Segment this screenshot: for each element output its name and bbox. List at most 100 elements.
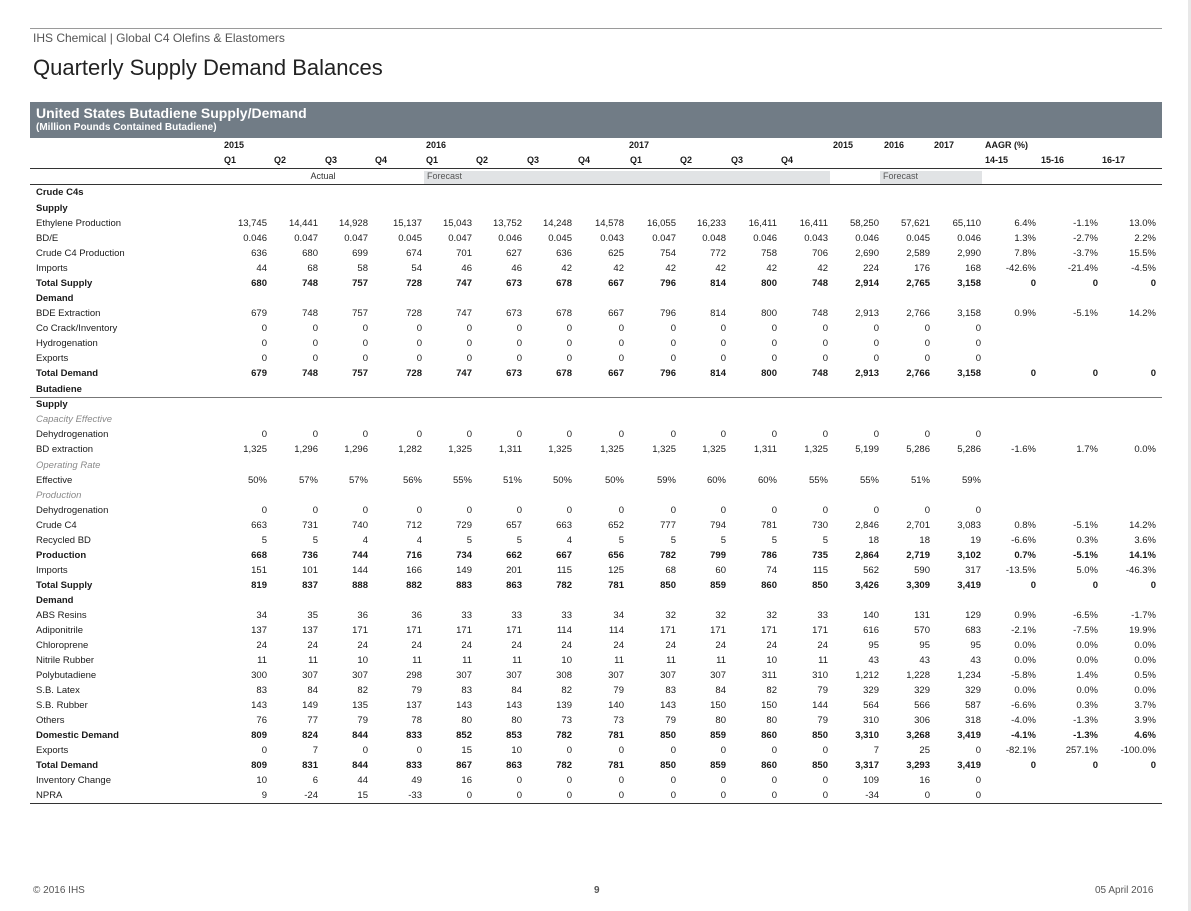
table-cell: 78 (411, 715, 422, 726)
table-cell: 833 (406, 730, 422, 741)
table-cell: 0.0% (1014, 640, 1036, 651)
table-cell: 2,864 (855, 550, 879, 561)
table-cell: 2,766 (906, 368, 930, 379)
table-cell: 318 (965, 715, 981, 726)
table-cell: -2.1% (1011, 625, 1036, 636)
table-cell: 0 (362, 323, 368, 334)
table-cell: -1.6% (1011, 444, 1036, 455)
table-cell: 0 (566, 323, 572, 334)
table-cell: 590 (914, 565, 930, 576)
table-cell: 79 (613, 685, 624, 696)
table-cell: 860 (761, 580, 777, 591)
year-2016-annual: 2016 (884, 140, 905, 150)
table-row: Adiponitrile 137 137 171 171 171 171 114 114 171 1… (30, 624, 1162, 639)
table-cell: 0 (516, 429, 522, 440)
table-cell: 18 (868, 535, 879, 546)
table-cell: -6.6% (1011, 535, 1036, 546)
table-cell: 736 (302, 550, 318, 561)
table-cell: 14,578 (594, 218, 624, 229)
table-cell: 55% (452, 475, 472, 486)
table-cell: 300 (251, 670, 267, 681)
table-cell: 0.045 (906, 233, 930, 244)
table-cell: 679 (251, 308, 267, 319)
table-cell: 2,701 (906, 520, 930, 531)
table-cell: 13,752 (492, 218, 522, 229)
table-cell: 16,411 (748, 218, 777, 229)
table-cell: 137 (302, 625, 318, 636)
table-cell: 0 (312, 323, 318, 334)
table-cell: 329 (965, 685, 981, 696)
table-cell: 137 (251, 625, 267, 636)
table-cell: 860 (761, 760, 777, 771)
table-cell: 0.9% (1014, 308, 1036, 319)
row-label: Crude C4s (36, 187, 84, 198)
table-cell: 0 (720, 338, 726, 349)
table-row: Recycled BD 5 5 4 4 5 5 4 5 5 5 5 5 18 18 19 -6.6% 0.3% 3.… (30, 534, 1162, 549)
table-cell: 678 (556, 368, 572, 379)
table-cell: -4.0% (1011, 715, 1036, 726)
table-row: S.B. Rubber 143 149 135 137 143 143 139 140 143 15… (30, 699, 1162, 714)
table-cell: 33 (461, 610, 472, 621)
table-row: Nitrile Rubber 11 11 10 11 11 11 10 11 11 11 10 11 43… (30, 654, 1162, 669)
quarter-header: Q2 (476, 155, 489, 165)
table-cell: 0 (924, 790, 930, 801)
table-cell: 0 (312, 429, 318, 440)
table-cell: -42.6% (1005, 263, 1036, 274)
table-cell: 0.046 (498, 233, 522, 244)
table-cell: 754 (660, 248, 676, 259)
table-row: Exports 0 0 0 0 0 0 0 0 0 0 0 0 0 0 0 (30, 352, 1162, 367)
table-cell: 0 (670, 338, 676, 349)
table-cell: 757 (352, 368, 368, 379)
table-cell: 56% (402, 475, 422, 486)
table-row: Crude C4 Production 636 680 699 674 701 627 636… (30, 247, 1162, 262)
table-cell: 50% (604, 475, 624, 486)
table-cell: 11 (614, 655, 624, 666)
table-cell: 307 (710, 670, 726, 681)
table-cell: 0.0% (1134, 640, 1156, 651)
table-cell: 0 (1030, 278, 1036, 289)
table-cell: 11 (512, 655, 522, 666)
table-cell: -6.5% (1073, 610, 1098, 621)
table-cell: 0 (618, 323, 624, 334)
table-cell: 757 (352, 278, 368, 289)
table-cell: 143 (660, 700, 676, 711)
page-title: Quarterly Supply Demand Balances (33, 55, 383, 80)
table-cell: 51% (910, 475, 930, 486)
table-cell: 24 (817, 640, 828, 651)
table-cell: 728 (406, 308, 422, 319)
table-cell: 24 (561, 640, 572, 651)
table-cell: 32 (766, 610, 777, 621)
table-cell: 3.7% (1134, 700, 1156, 711)
table-row: Dehydrogenation 0 0 0 0 0 0 0 0 0 0 0 0 0 0 0 (30, 504, 1162, 519)
table-cell: 16,411 (799, 218, 828, 229)
table-cell: 14,928 (338, 218, 368, 229)
table-row: BD extraction 1,325 1,296 1,296 1,282 1,325 1,… (30, 443, 1162, 458)
table-cell: 5 (720, 535, 726, 546)
row-label: Effective (36, 475, 73, 486)
row-label: NPRA (36, 790, 63, 801)
table-cell: 42 (613, 263, 624, 274)
table-cell: 0 (1092, 760, 1098, 771)
table-cell: 796 (660, 308, 676, 319)
table-cell: 9 (261, 790, 267, 801)
table-cell: 79 (817, 685, 828, 696)
table-cell: 171 (456, 625, 472, 636)
table-cell: 0 (670, 429, 676, 440)
table-cell: 1.4% (1076, 670, 1098, 681)
table-cell: 57% (348, 475, 368, 486)
row-label: Total Demand (36, 760, 99, 771)
table-cell: 656 (608, 550, 624, 561)
table-cell: 0 (873, 429, 879, 440)
table-cell: 129 (965, 610, 981, 621)
table-cell: 0 (720, 429, 726, 440)
table-cell: 55% (808, 475, 828, 486)
table-cell: 0.9% (1014, 610, 1036, 621)
table-cell: 844 (352, 760, 368, 771)
table-cell: 109 (863, 775, 879, 786)
table-cell: 731 (302, 520, 318, 531)
table-cell: 137 (406, 700, 422, 711)
table-cell: 625 (608, 248, 624, 259)
table-cell: 15 (357, 790, 368, 801)
table-cell: 139 (556, 700, 572, 711)
table-cell: 0.045 (398, 233, 422, 244)
